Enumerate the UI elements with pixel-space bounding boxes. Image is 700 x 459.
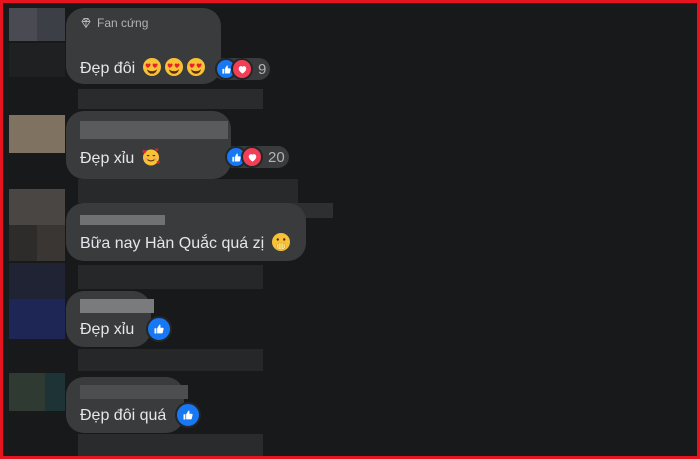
- thumbs-up-icon[interactable]: [175, 402, 201, 428]
- avatar: [9, 43, 65, 77]
- comment-bubble[interactable]: Đẹp đôi quá: [66, 377, 188, 433]
- comment-text: Đẹp đôi quá: [80, 407, 167, 424]
- badge-label: Fan cứng: [97, 16, 149, 30]
- heart-icon: [241, 146, 263, 168]
- comment-text: Đẹp đôi: [80, 57, 206, 78]
- comment-bubble[interactable]: Bữa nay Hàn Quắc quá zị: [66, 203, 306, 261]
- comment-text: Bữa nay Hàn Quắc quá zị: [80, 232, 291, 253]
- comment-bubble[interactable]: Đẹp xỉu: [66, 111, 231, 179]
- thumbs-up-icon[interactable]: [146, 316, 172, 342]
- comment-bubble[interactable]: Đẹp xỉu: [66, 291, 154, 347]
- reaction-count: 9: [258, 60, 267, 78]
- smiling-hearts-emoji-icon: [141, 147, 161, 167]
- avatar[interactable]: [9, 189, 65, 261]
- avatar[interactable]: [9, 115, 65, 153]
- heart-eyes-emoji-icon: [142, 57, 162, 77]
- blurred-username: [80, 215, 165, 225]
- blurred-username: [80, 385, 188, 399]
- reaction-summary[interactable]: 9: [213, 58, 271, 80]
- avatar[interactable]: [9, 373, 65, 411]
- reaction-count: 20: [268, 148, 285, 166]
- avatar[interactable]: [9, 8, 65, 41]
- hand-over-mouth-emoji-icon: [271, 232, 291, 252]
- blurred-username: [80, 121, 228, 139]
- heart-icon: [231, 58, 253, 80]
- comment-text: Đẹp xỉu: [80, 321, 135, 338]
- comment-bubble[interactable]: Fan cứng Đẹp đôi: [66, 8, 221, 84]
- comment-text: Đẹp xỉu: [80, 147, 161, 168]
- diamond-icon: [81, 18, 91, 29]
- comments-panel: Fan cứng Đẹp đôi 9 Đẹp xỉu 20 Bữa nay Hà…: [0, 0, 700, 459]
- reaction-summary[interactable]: 20: [223, 146, 289, 168]
- top-fan-badge: Fan cứng: [80, 16, 148, 30]
- blurred-username: [80, 299, 154, 313]
- avatar[interactable]: [9, 263, 65, 339]
- heart-eyes-emoji-icon: [164, 57, 184, 77]
- heart-eyes-emoji-icon: [186, 57, 206, 77]
